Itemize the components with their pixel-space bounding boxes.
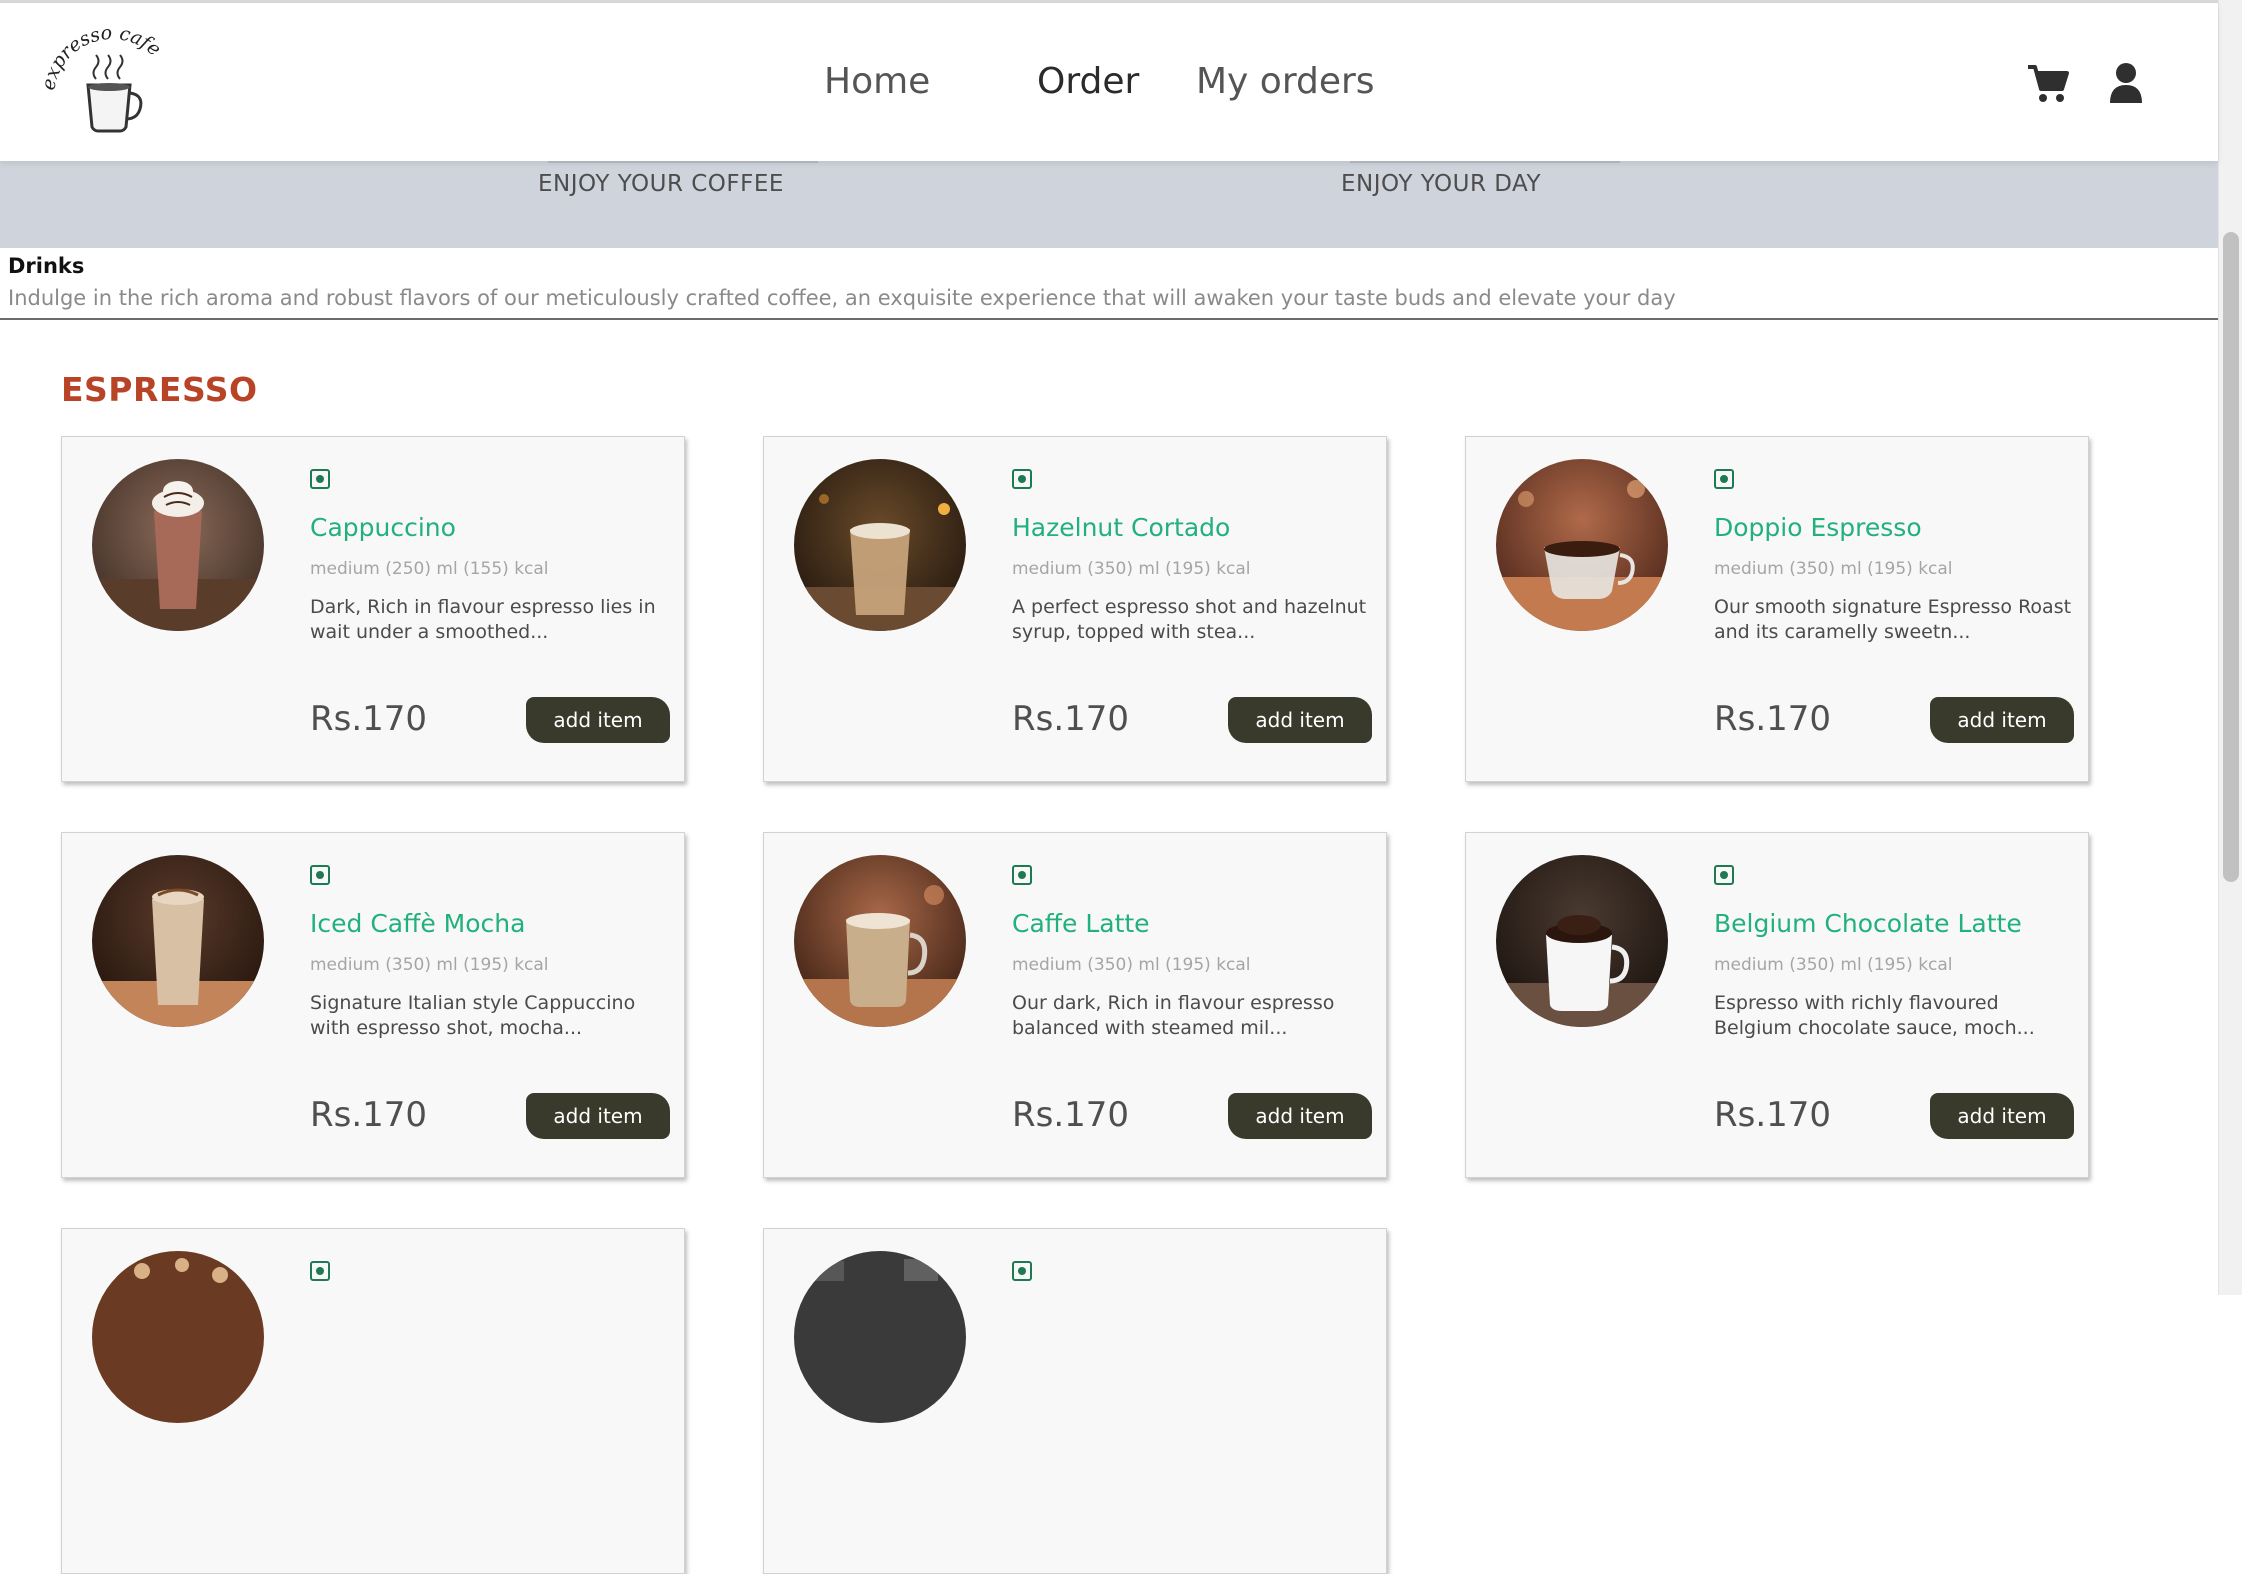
product-price: Rs.170 (1012, 699, 1130, 739)
product-meta: medium (350) ml (195) kcal (310, 955, 549, 975)
product-image (794, 1251, 966, 1423)
add-item-button[interactable]: add item (1930, 1093, 2074, 1139)
drinks-description: Indulge in the rich aroma and robust fla… (8, 286, 1676, 310)
product-image (1496, 459, 1668, 631)
product-price: Rs.170 (1714, 1095, 1832, 1135)
nav-home[interactable]: Home (824, 61, 930, 102)
cart-icon[interactable] (2026, 61, 2070, 105)
add-item-button[interactable]: add item (1228, 1093, 1372, 1139)
product-price: Rs.170 (310, 1095, 428, 1135)
add-item-button[interactable]: add item (526, 697, 670, 743)
product-name: Caffe Latte (1012, 909, 1150, 938)
add-item-button[interactable]: add item (1930, 697, 2074, 743)
hero-strip: ENJOY YOUR COFFEE ENJOY YOUR DAY (0, 161, 2218, 248)
section-title-espresso: ESPRESSO (61, 370, 258, 409)
site-header: expresso cafe Home Order My orders (0, 3, 2218, 161)
veg-indicator-icon (1012, 1261, 1032, 1281)
hero-tagline-left: ENJOY YOUR COFFEE (538, 171, 784, 197)
page-scrollbar[interactable] (2218, 0, 2242, 1295)
product-meta: medium (250) ml (155) kcal (310, 559, 549, 579)
product-description: Our smooth signature Espresso Roast and … (1714, 596, 2072, 643)
veg-indicator-icon (310, 865, 330, 885)
veg-indicator-icon (310, 1261, 330, 1281)
product-card: Doppio Espresso medium (350) ml (195) kc… (1465, 436, 2089, 782)
product-image (92, 459, 264, 631)
coffee-mug-logo-icon: expresso cafe (37, 22, 165, 133)
scrollbar-thumb[interactable] (2223, 232, 2239, 882)
product-card (61, 1228, 685, 1574)
product-price: Rs.170 (310, 699, 428, 739)
product-card: Belgium Chocolate Latte medium (350) ml … (1465, 832, 2089, 1178)
product-image (92, 1251, 264, 1423)
product-description: Dark, Rich in flavour espresso lies in w… (310, 596, 656, 643)
veg-indicator-icon (1714, 469, 1734, 489)
product-card (763, 1228, 1387, 1574)
product-price: Rs.170 (1012, 1095, 1130, 1135)
product-image (794, 855, 966, 1027)
product-image (794, 459, 966, 631)
product-card: Iced Caffè Mocha medium (350) ml (195) k… (61, 832, 685, 1178)
user-icon[interactable] (2108, 61, 2144, 105)
product-card: Cappuccino medium (250) ml (155) kcal Da… (61, 436, 685, 782)
product-meta: medium (350) ml (195) kcal (1714, 559, 1953, 579)
product-image (1496, 855, 1668, 1027)
hero-tagline-right: ENJOY YOUR DAY (1341, 171, 1542, 197)
nav-order[interactable]: Order (1037, 61, 1139, 102)
logo[interactable]: expresso cafe (37, 22, 180, 137)
product-description: A perfect espresso shot and hazelnut syr… (1012, 596, 1367, 643)
product-card: Caffe Latte medium (350) ml (195) kcal O… (763, 832, 1387, 1178)
hero-divider (548, 161, 818, 163)
product-name: Hazelnut Cortado (1012, 513, 1231, 542)
product-description: Signature Italian style Cappuccino with … (310, 992, 636, 1039)
veg-indicator-icon (1714, 865, 1734, 885)
product-meta: medium (350) ml (195) kcal (1012, 559, 1251, 579)
product-name: Doppio Espresso (1714, 513, 1922, 542)
product-description: Espresso with richly flavoured Belgium c… (1714, 992, 2035, 1039)
product-description: Our dark, Rich in flavour espresso balan… (1012, 992, 1335, 1039)
drinks-section: Drinks Indulge in the rich aroma and rob… (0, 248, 2218, 320)
product-price: Rs.170 (1714, 699, 1832, 739)
hero-divider (1350, 161, 1620, 163)
product-image (92, 855, 264, 1027)
veg-indicator-icon (310, 469, 330, 489)
product-meta: medium (350) ml (195) kcal (1012, 955, 1251, 975)
veg-indicator-icon (1012, 469, 1032, 489)
veg-indicator-icon (1012, 865, 1032, 885)
product-name: Belgium Chocolate Latte (1714, 909, 2022, 938)
nav-my-orders[interactable]: My orders (1196, 61, 1375, 102)
product-name: Iced Caffè Mocha (310, 909, 526, 938)
product-meta: medium (350) ml (195) kcal (1714, 955, 1953, 975)
product-card: Hazelnut Cortado medium (350) ml (195) k… (763, 436, 1387, 782)
add-item-button[interactable]: add item (1228, 697, 1372, 743)
add-item-button[interactable]: add item (526, 1093, 670, 1139)
product-name: Cappuccino (310, 513, 456, 542)
drinks-title: Drinks (8, 254, 85, 278)
logo-text: expresso cafe (37, 22, 165, 92)
svg-text:expresso cafe: expresso cafe (44, 27, 165, 92)
